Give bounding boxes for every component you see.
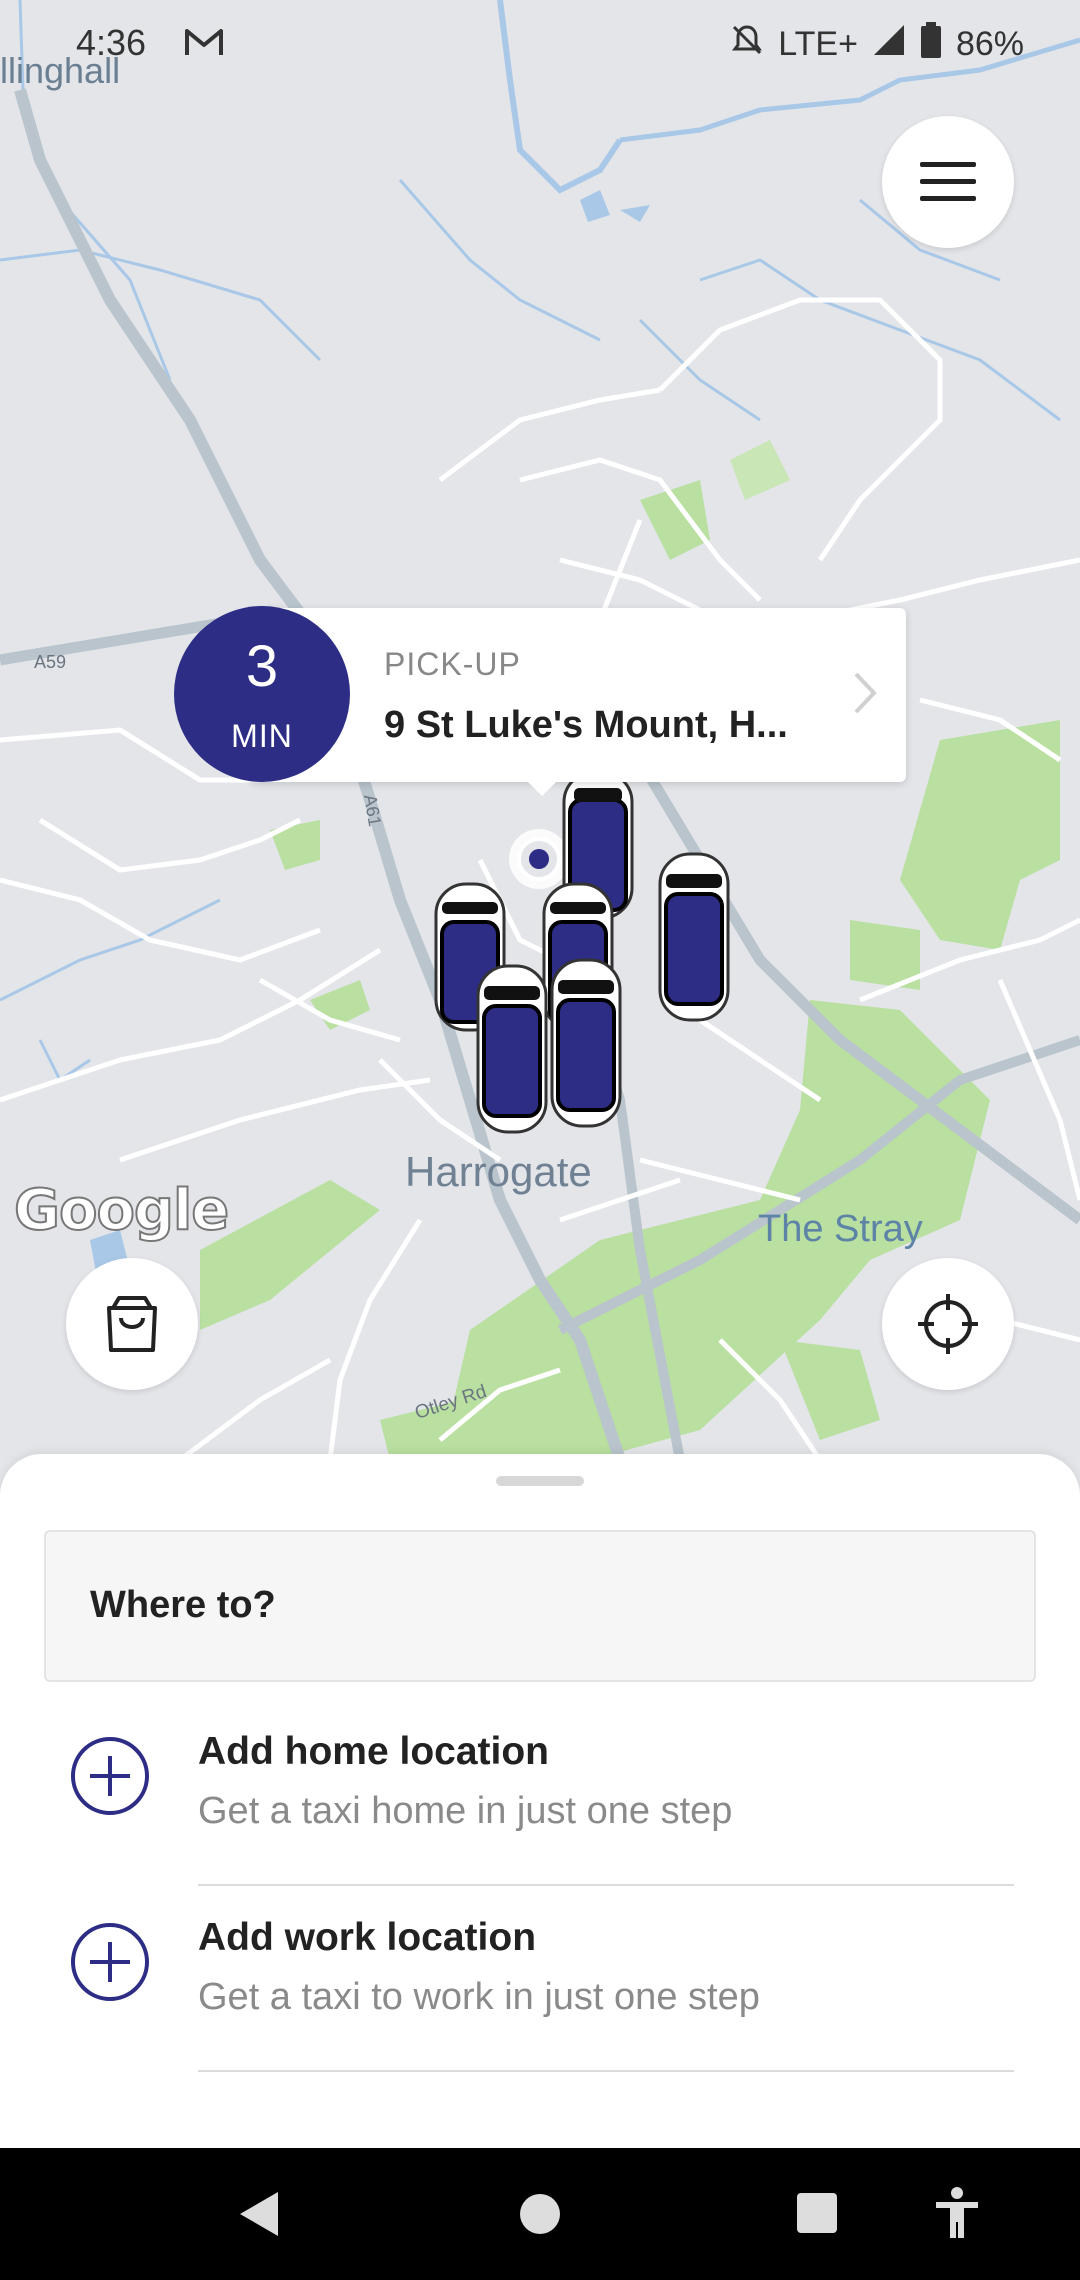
system-nav-bar	[0, 2148, 1080, 2280]
map-label-park: The Stray	[758, 1208, 923, 1250]
destination-placeholder: Where to?	[90, 1584, 276, 1626]
battery-icon	[920, 22, 942, 67]
shop-button[interactable]	[66, 1258, 198, 1390]
add-home-location-row[interactable]: Add home location Get a taxi home in jus…	[0, 1700, 1080, 1886]
eta-badge: 3 MIN	[174, 606, 350, 782]
add-work-title: Add work location	[198, 1916, 537, 1959]
hamburger-menu-icon	[920, 162, 976, 201]
map-label-road-a59: A59	[34, 652, 67, 672]
taxi-car-icon	[656, 852, 732, 1022]
chevron-right-icon	[854, 672, 877, 714]
destination-search-box[interactable]: Where to?	[44, 1530, 1036, 1682]
status-time: 4:36	[76, 22, 147, 63]
sheet-drag-handle[interactable]	[496, 1476, 584, 1486]
add-work-subtitle: Get a taxi to work in just one step	[198, 1976, 760, 2018]
network-type: LTE+	[778, 25, 858, 63]
eta-unit: MIN	[231, 718, 293, 754]
status-bar: 4:36 LTE+ 86%	[0, 0, 1080, 90]
taxi-car-icon	[474, 964, 550, 1134]
menu-button[interactable]	[882, 116, 1014, 248]
add-work-location-row[interactable]: Add work location Get a taxi to work in …	[0, 1886, 1080, 2072]
battery-percent: 86%	[955, 25, 1024, 63]
notifications-off-icon	[730, 23, 764, 66]
gmail-icon	[184, 24, 224, 66]
shopping-bag-icon	[107, 1296, 157, 1352]
taxi-car-icon	[548, 958, 624, 1128]
crosshair-locate-icon	[918, 1294, 978, 1354]
home-icon[interactable]	[518, 2192, 562, 2236]
google-attribution: Google	[13, 1177, 230, 1244]
accessibility-icon[interactable]	[934, 2186, 980, 2240]
eta-value: 3	[245, 634, 279, 699]
divider	[198, 2070, 1014, 2072]
add-home-title: Add home location	[198, 1730, 549, 1773]
signal-icon	[872, 23, 906, 66]
pickup-address: 9 St Luke's Mount, H...	[384, 704, 788, 746]
recents-icon[interactable]	[796, 2192, 838, 2234]
plus-circle-icon	[71, 1737, 149, 1815]
back-icon[interactable]	[236, 2188, 282, 2240]
map-label-town: Harrogate	[405, 1148, 592, 1195]
pickup-label: PICK-UP	[384, 646, 521, 682]
add-home-subtitle: Get a taxi home in just one step	[198, 1790, 733, 1832]
locate-me-button[interactable]	[882, 1258, 1014, 1390]
plus-circle-icon	[71, 1923, 149, 2001]
